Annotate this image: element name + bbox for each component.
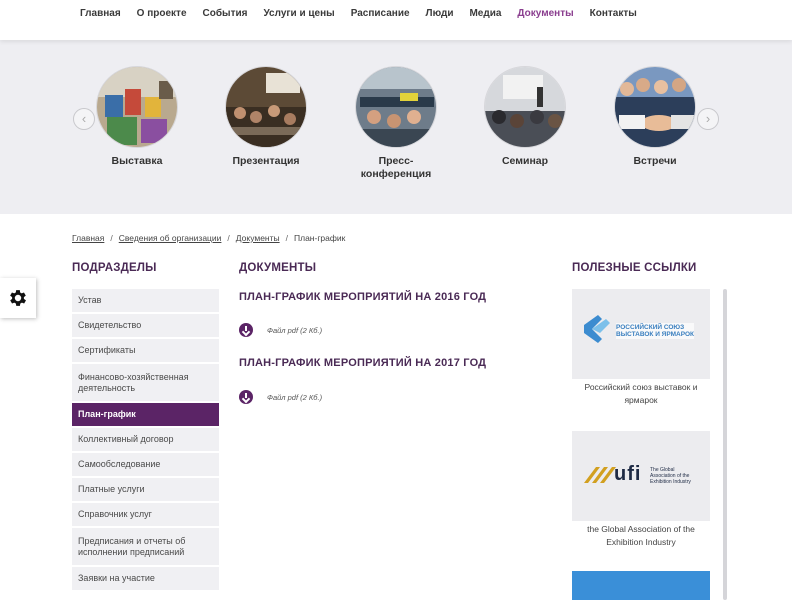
press-conference-photo [355, 66, 437, 148]
carousel-item-presentation[interactable]: Презентация [224, 66, 308, 168]
sidebar-item-self-examination[interactable]: Самообследование [72, 453, 219, 478]
breadcrumb-documents[interactable]: Документы [236, 233, 280, 243]
document-file-link[interactable]: Файл pdf (2 Кб.) [239, 323, 322, 337]
ufi-logo-subtext: The Global Association of the Exhibition… [650, 467, 691, 485]
sidebar-title: ПОДРАЗДЕЛЫ [72, 262, 157, 274]
nav-item-about[interactable]: О проекте [137, 8, 187, 19]
links-title: ПОЛЕЗНЫЕ ССЫЛКИ [572, 262, 697, 274]
document-title[interactable]: ПЛАН-ГРАФИК МЕРОПРИЯТИЙ НА 2017 ГОД [239, 357, 486, 369]
sidebar-item-applications[interactable]: Заявки на участие [72, 567, 219, 592]
breadcrumb-separator: / [227, 233, 230, 243]
breadcrumb-separator: / [110, 233, 113, 243]
exhibition-photo [96, 66, 178, 148]
file-info[interactable]: Файл pdf (2 Кб.) [267, 393, 322, 402]
carousel-item-label: Презентация [232, 155, 300, 167]
breadcrumb-organization[interactable]: Сведения об организации [119, 233, 222, 243]
breadcrumb-home[interactable]: Главная [72, 233, 104, 243]
carousel-item-press-conference[interactable]: Пресс-конференция [354, 66, 438, 181]
breadcrumb-separator: / [285, 233, 288, 243]
chevron-left-icon[interactable]: ‹ [73, 108, 95, 130]
sidebar-item-certificates[interactable]: Сертификаты [72, 339, 219, 364]
presentation-photo [225, 66, 307, 148]
links-scrollbar[interactable] [723, 289, 727, 600]
sidebar-item-schedule-plan[interactable]: План-график [72, 403, 219, 428]
download-icon[interactable] [239, 390, 253, 404]
nav-item-home[interactable]: Главная [80, 8, 121, 19]
chevron-right-icon[interactable]: › [697, 108, 719, 130]
document-file-link[interactable]: Файл pdf (2 Кб.) [239, 390, 322, 404]
useful-links: РОССИЙСКИЙ СОЮЗ ВЫСТАВОК И ЯРМАРОК Росси… [572, 289, 710, 600]
ruef-logo: РОССИЙСКИЙ СОЮЗ ВЫСТАВОК И ЯРМАРОК [572, 289, 710, 379]
nav-item-services[interactable]: Услуги и цены [263, 8, 334, 19]
nav-item-events[interactable]: События [203, 8, 248, 19]
sidebar-item-service-directory[interactable]: Справочник услуг [72, 503, 219, 528]
sidebar-item-collective-agreement[interactable]: Коллективный договор [72, 428, 219, 453]
download-icon[interactable] [239, 323, 253, 337]
carousel-item-label: Пресс-конференция [360, 155, 432, 180]
nav-item-documents[interactable]: Документы [517, 8, 573, 19]
link-caption[interactable]: the Global Association of the Exhibition… [572, 523, 710, 549]
nav-item-people[interactable]: Люди [426, 8, 454, 19]
sidebar-item-certificate-registration[interactable]: Свидетельство [72, 314, 219, 339]
nav-menu: Главная О проекте События Услуги и цены … [80, 8, 653, 19]
link-caption[interactable]: Российский союз выставок и ярмарок [572, 381, 710, 407]
document-title[interactable]: ПЛАН-ГРАФИК МЕРОПРИЯТИЙ НА 2016 ГОД [239, 291, 486, 303]
link-card-ufi[interactable]: ufi The Global Association of the Exhibi… [572, 431, 710, 549]
seminar-photo [484, 66, 566, 148]
nav-item-schedule[interactable]: Расписание [351, 8, 410, 19]
carousel-item-exhibition[interactable]: Выставка [95, 66, 179, 168]
sidebar-item-paid-services[interactable]: Платные услуги [72, 478, 219, 503]
documents-title: ДОКУМЕНТЫ [239, 262, 317, 274]
sidebar-item-charter[interactable]: Устав [72, 289, 219, 314]
link-card-partial[interactable] [572, 571, 710, 600]
carousel-item-seminar[interactable]: Семинар [483, 66, 567, 168]
settings-button[interactable] [0, 278, 36, 318]
carousel-item-label: Семинар [501, 155, 549, 167]
ruef-logo-text: РОССИЙСКИЙ СОЮЗ ВЫСТАВОК И ЯРМАРОК [616, 324, 694, 338]
breadcrumb: Главная / Сведения об организации / Доку… [72, 233, 345, 243]
nav-item-media[interactable]: Медиа [469, 8, 501, 19]
meetings-photo [614, 66, 696, 148]
sidebar-menu: Устав Свидетельство Сертификаты Финансов… [72, 289, 219, 592]
sidebar-item-prescriptions[interactable]: Предписания и отчеты об исполнении предп… [72, 528, 219, 567]
sidebar-item-financial-activity[interactable]: Финансово-хозяйственная деятельность [72, 364, 219, 403]
carousel-item-meetings[interactable]: Встречи [613, 66, 697, 168]
top-navigation: Главная О проекте События Услуги и цены … [0, 0, 792, 40]
ufi-logo: ufi The Global Association of the Exhibi… [572, 431, 710, 521]
breadcrumb-current: План-график [294, 233, 346, 243]
file-info[interactable]: Файл pdf (2 Кб.) [267, 326, 322, 335]
carousel-item-label: Выставка [111, 155, 163, 167]
link-card-ruef[interactable]: РОССИЙСКИЙ СОЮЗ ВЫСТАВОК И ЯРМАРОК Росси… [572, 289, 710, 407]
carousel-item-label: Встречи [633, 155, 677, 167]
ufi-logo-text: ufi [614, 463, 642, 485]
gear-icon [10, 290, 26, 306]
nav-item-contacts[interactable]: Контакты [590, 8, 637, 19]
